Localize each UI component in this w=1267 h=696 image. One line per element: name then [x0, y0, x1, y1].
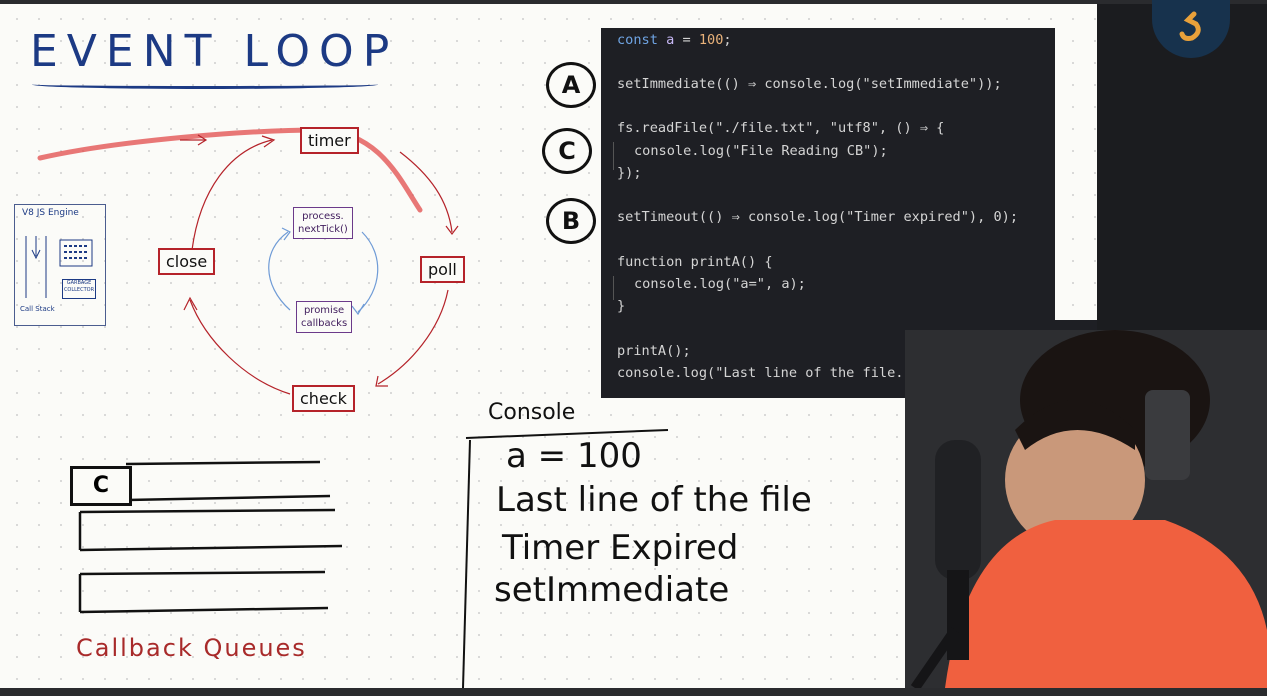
queue-item-c: C	[70, 466, 132, 506]
microtask-arc-left	[268, 231, 291, 311]
code-line-5: });	[617, 165, 642, 181]
console-left-line	[462, 439, 471, 689]
queue-line-3a	[79, 570, 326, 576]
code-line-3: fs.readFile("./file.txt", "utf8", () ⇒ {	[617, 120, 945, 136]
arrowhead-close	[183, 296, 198, 311]
queue-line-3b	[79, 606, 329, 614]
code-line-2: setImmediate(() ⇒ console.log("setImmedi…	[617, 76, 1002, 92]
phase-poll: poll	[420, 256, 465, 283]
presenter-webcam	[905, 330, 1267, 688]
badge-b: B	[546, 198, 596, 244]
code-line-9: }	[617, 298, 626, 314]
queue-line-1a	[125, 460, 321, 466]
code-line-11: console.log("Last line of the file.");	[617, 365, 928, 381]
badge-c: C	[542, 128, 592, 174]
indent-guide-2	[613, 276, 614, 300]
arrow-check-to-close	[189, 299, 291, 395]
arrow-close-to-timer	[191, 139, 273, 251]
console-line-4: setImmediate	[494, 570, 730, 610]
console-line-2: Last line of the file	[496, 480, 812, 520]
arrow-poll-to-check	[377, 289, 449, 385]
badge-a: A	[546, 62, 596, 108]
callback-queues-label: Callback Queues	[76, 634, 307, 662]
channel-logo	[1152, 0, 1230, 58]
code-line-10: printA();	[617, 343, 691, 359]
code-line-6: setTimeout(() ⇒ console.log("Timer expir…	[617, 209, 1019, 225]
phase-check: check	[292, 385, 355, 412]
code-line-7: function printA() {	[617, 254, 773, 270]
logo-icon	[1179, 11, 1201, 41]
console-label: Console	[488, 400, 576, 425]
code-line-1: const a = 100;	[617, 32, 732, 48]
microtask-promise-callbacks: promise callbacks	[296, 301, 353, 333]
bottom-border	[0, 688, 1267, 696]
microtask-arrowhead	[351, 303, 365, 316]
indent-guide	[613, 142, 614, 170]
call-stack-label: Call Stack	[20, 305, 55, 313]
microtask-arc-right	[357, 231, 379, 313]
v8-engine-title: V8 JS Engine	[22, 208, 79, 218]
queue-line-1b	[125, 494, 331, 502]
console-line-1: a = 100	[506, 436, 642, 476]
presenter-figure	[905, 330, 1267, 688]
highlight-stroke	[37, 127, 423, 213]
microtask-next-tick: process. nextTick()	[293, 207, 353, 239]
console-line-3: Timer Expired	[502, 528, 739, 568]
garbage-collector-box: GARBAGE COLLECTOR	[62, 279, 96, 299]
code-line-4: console.log("File Reading CB");	[634, 143, 888, 159]
code-line-8: console.log("a=", a);	[634, 276, 806, 292]
phase-timer: timer	[300, 127, 359, 154]
phase-close: close	[158, 248, 216, 275]
queue-line-2a	[79, 508, 336, 514]
queue-line-2b	[79, 544, 343, 552]
